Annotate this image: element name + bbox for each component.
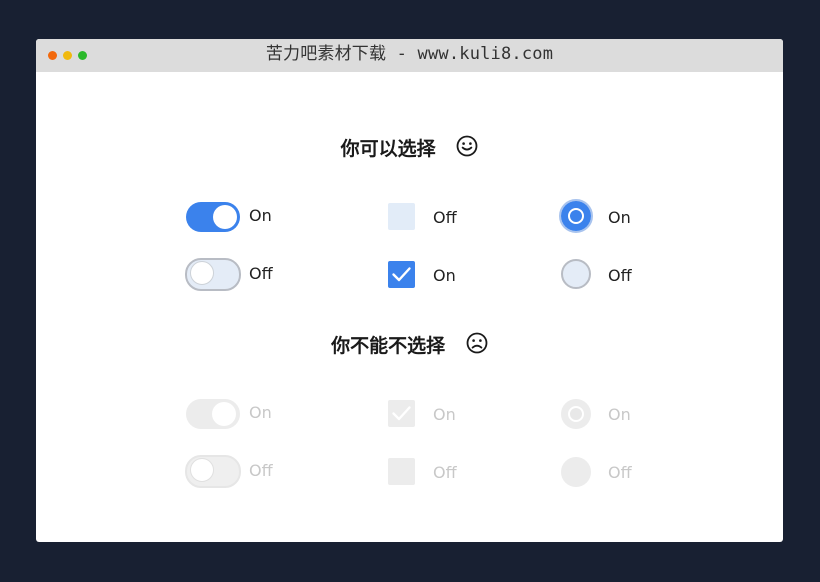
toggle-knob xyxy=(190,261,214,285)
radio-unselected-disabled xyxy=(561,457,591,487)
check-icon xyxy=(392,406,411,421)
toggle-off-disabled-label: Off xyxy=(249,461,273,480)
toggle-knob xyxy=(212,402,236,426)
toggle-knob xyxy=(190,458,214,482)
toggle-on-disabled-label: On xyxy=(249,403,272,422)
toggle-off-label: Off xyxy=(249,264,273,283)
toggle-on-label: On xyxy=(249,206,272,225)
heading-text: 你不能不选择 xyxy=(331,335,446,357)
frown-icon xyxy=(466,332,488,359)
radio-on-label: On xyxy=(608,208,631,227)
toggle-switch-on-disabled xyxy=(186,399,240,429)
browser-window: 苦力吧素材下载 - www.kuli8.com 你可以选择 On Off On … xyxy=(36,39,783,542)
checkbox-unchecked-disabled xyxy=(388,458,415,485)
heading-text: 你可以选择 xyxy=(340,138,436,160)
toggle-switch-off[interactable] xyxy=(185,258,241,291)
title-bar: 苦力吧素材下载 - www.kuli8.com xyxy=(36,39,783,72)
toggle-switch-off-disabled xyxy=(185,455,241,488)
smile-icon xyxy=(456,135,478,162)
section-heading-enabled: 你可以选择 xyxy=(36,134,783,162)
checkbox-on-disabled-label: On xyxy=(433,405,456,424)
radio-unselected[interactable] xyxy=(561,259,591,289)
checkbox-checked-disabled xyxy=(388,400,415,427)
window-title: 苦力吧素材下载 - www.kuli8.com xyxy=(265,44,554,64)
radio-on-disabled-label: On xyxy=(608,405,631,424)
radio-selected[interactable] xyxy=(561,201,591,231)
check-icon xyxy=(392,267,411,282)
checkbox-on-label: On xyxy=(433,266,456,285)
checkbox-off-label: Off xyxy=(433,208,457,227)
radio-dot xyxy=(568,406,584,422)
radio-off-label: Off xyxy=(608,266,632,285)
checkbox-unchecked[interactable] xyxy=(388,203,415,230)
radio-off-disabled-label: Off xyxy=(608,463,632,482)
checkbox-checked[interactable] xyxy=(388,261,415,288)
radio-dot xyxy=(568,208,584,224)
toggle-knob xyxy=(213,205,237,229)
radio-selected-disabled xyxy=(561,399,591,429)
section-heading-disabled: 你不能不选择 xyxy=(36,331,783,359)
checkbox-off-disabled-label: Off xyxy=(433,463,457,482)
toggle-switch-on[interactable] xyxy=(186,202,240,232)
